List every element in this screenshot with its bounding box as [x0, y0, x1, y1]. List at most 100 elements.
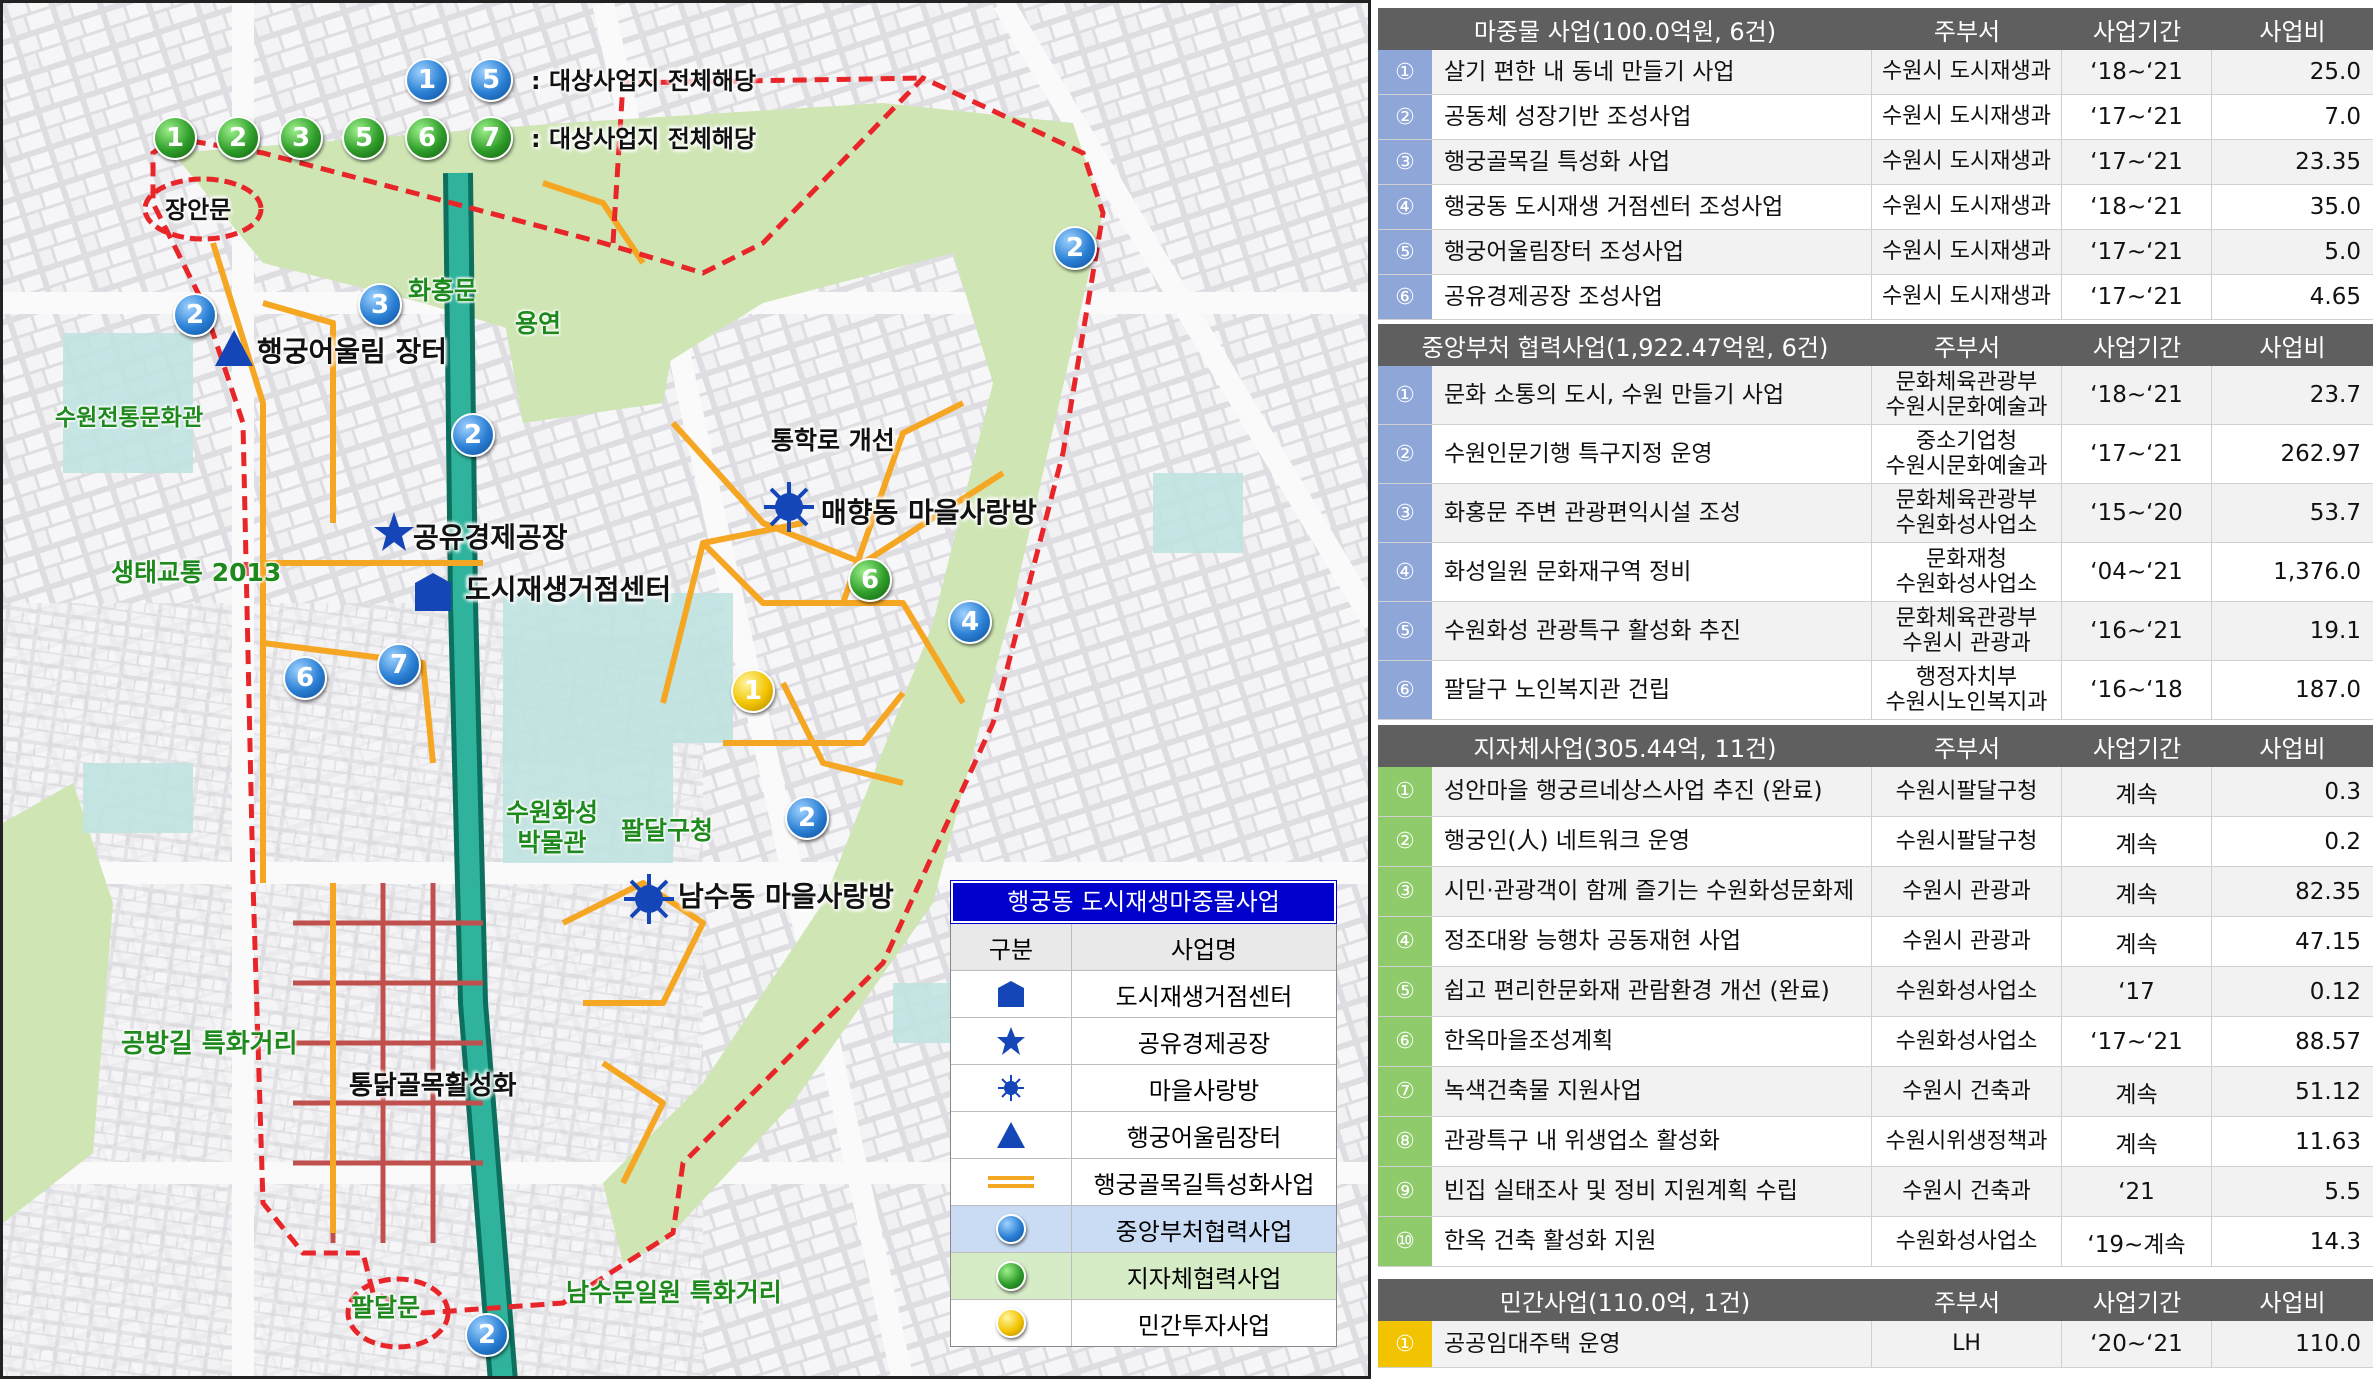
period: 계속 — [2062, 1067, 2212, 1116]
badge-5-blue[interactable]: 5 — [469, 58, 513, 102]
table-row[interactable]: ⑨ 빈집 실태조사 및 정비 지원계획 수립 수원시 건축과 ‘21 5.5 — [1378, 1167, 2373, 1217]
star-icon[interactable] — [373, 511, 415, 553]
label-museum: 수원화성 박물관 — [506, 798, 599, 857]
badge-5-green[interactable]: 5 — [342, 116, 386, 160]
project-name: 정조대왕 능행차 공동재현 사업 — [1432, 917, 1872, 966]
table-row[interactable]: ⑤ 수원화성 관광특구 활성화 추진 문화체육관광부 수원시 관광과 ‘16~‘21 19… — [1378, 602, 2373, 661]
badge-number: 1 — [417, 65, 437, 95]
col-dept: 주부서 — [1933, 734, 2001, 763]
table-row[interactable]: ③ 화홍문 주변 관광편익시설 조성 문화체육관광부 수원화성사업소 ‘15~‘20 53… — [1378, 484, 2373, 543]
department: 수원시 건축과 — [1872, 1067, 2062, 1116]
marker-number: 6 — [860, 565, 880, 595]
legend-title: 행궁동 도시재생마중물사업 — [950, 880, 1337, 924]
table-row[interactable]: ⑤ 쉽고 편리한문화재 관람환경 개선 (완료) 수원화성사업소 ‘17 0.12 — [1378, 967, 2373, 1017]
department: 수원시 도시재생과 — [1872, 95, 2062, 139]
marker-central-2e[interactable]: 2 — [465, 1313, 509, 1357]
project-name: 쉽고 편리한문화재 관람환경 개선 (완료) — [1432, 967, 1872, 1016]
row-number: ③ — [1378, 867, 1432, 916]
legend-label: 중앙부처협력사업 — [1115, 1217, 1293, 1246]
table-title: 민간사업(110.0억, 1건) — [1499, 1288, 1751, 1317]
period: ‘21 — [2062, 1167, 2212, 1216]
table-row[interactable]: ⑩ 한옥 건축 활성화 지원 수원화성사업소 ‘19~계속 14.3 — [1378, 1217, 2373, 1267]
badge-1-blue[interactable]: 1 — [405, 58, 449, 102]
marker-central-2c[interactable]: 2 — [1053, 226, 1097, 270]
row-number: ① — [1378, 767, 1432, 816]
project-name: 공유경제공장 조성사업 — [1432, 275, 1872, 319]
table-row[interactable]: ① 문화 소통의 도시, 수원 만들기 사업 문화체육관광부 수원시문화예술과 ‘18~… — [1378, 366, 2373, 425]
department: 수원화성사업소 — [1872, 967, 2062, 1016]
col-period: 사업기간 — [2092, 734, 2182, 763]
cost: 23.7 — [2309, 382, 2361, 408]
row-number: ① — [1378, 366, 1432, 424]
table-row[interactable]: ② 공동체 성장기반 조성사업 수원시 도시재생과 ‘17~‘21 7.0 — [1378, 95, 2373, 140]
department: 수원시팔달구청 — [1872, 767, 2062, 816]
period: ‘18~‘21 — [2062, 50, 2212, 94]
legend-row: 공유경제공장 — [951, 1017, 1336, 1064]
department: 수원시 관광과 — [1872, 867, 2062, 916]
table-row[interactable]: ⑧ 관광특구 내 위생업소 활성화 수원시위생정책과 계속 11.63 — [1378, 1117, 2373, 1167]
table-row[interactable]: ① 공공임대주택 운영 LH ‘20~‘21 110.0 — [1378, 1321, 2373, 1368]
department: 수원시위생정책과 — [1872, 1117, 2062, 1166]
marker-number: 2 — [477, 1320, 497, 1350]
row-number: ⑤ — [1378, 602, 1432, 660]
table-row[interactable]: ⑥ 팔달구 노인복지관 건립 행정자치부 수원시노인복지과 ‘16~‘18 187.0 — [1378, 661, 2373, 720]
marker-local-6[interactable]: 6 — [848, 558, 892, 602]
department: 문화재청 수원화성사업소 — [1872, 543, 2062, 601]
badge-1-green[interactable]: 1 — [153, 116, 197, 160]
table-row[interactable]: ⑥ 한옥마을조성계획 수원화성사업소 ‘17~‘21 88.57 — [1378, 1017, 2373, 1067]
label-hwahongmun: 화홍문 — [408, 276, 478, 305]
triangle-icon[interactable] — [213, 328, 255, 368]
yellow-ball-icon — [996, 1308, 1026, 1338]
marker-central-3[interactable]: 3 — [358, 283, 402, 327]
legend-row: 행궁골목길특성화사업 — [951, 1158, 1336, 1205]
badge-2-green[interactable]: 2 — [216, 116, 260, 160]
legend-row: 민간투자사업 — [951, 1299, 1336, 1346]
department-line: 문화체육관광부 — [1895, 487, 2038, 513]
project-name: 행궁동 도시재생 거점센터 조성사업 — [1432, 185, 1872, 229]
table-row[interactable]: ① 살기 편한 내 동네 만들기 사업 수원시 도시재생과 ‘18~‘21 25.0 — [1378, 50, 2373, 95]
period: ‘17~‘21 — [2062, 1017, 2212, 1066]
marker-central-2b[interactable]: 2 — [451, 413, 495, 457]
badge-6-green[interactable]: 6 — [405, 116, 449, 160]
project-name: 한옥마을조성계획 — [1432, 1017, 1872, 1066]
department: 수원화성사업소 — [1872, 1217, 2062, 1266]
table-row[interactable]: ⑤ 행궁어울림장터 조성사업 수원시 도시재생과 ‘17~‘21 5.0 — [1378, 230, 2373, 275]
table-row[interactable]: ⑦ 녹색건축물 지원사업 수원시 건축과 계속 51.12 — [1378, 1067, 2373, 1117]
col-dept: 주부서 — [1933, 1288, 2001, 1317]
badge-7-green[interactable]: 7 — [469, 116, 513, 160]
project-name: 행궁인(人) 네트워크 운영 — [1432, 817, 1872, 866]
marker-central-4[interactable]: 4 — [948, 600, 992, 644]
period: ‘20~‘21 — [2062, 1321, 2212, 1367]
department: 수원화성사업소 — [1872, 1017, 2062, 1066]
marker-central-6[interactable]: 6 — [283, 656, 327, 700]
marker-number: 4 — [960, 607, 980, 637]
department: LH — [1872, 1321, 2062, 1367]
department-line: 행정자치부 — [1915, 664, 2018, 690]
table-row[interactable]: ④ 행궁동 도시재생 거점센터 조성사업 수원시 도시재생과 ‘18~‘21 35.0 — [1378, 185, 2373, 230]
house-icon[interactable] — [413, 571, 453, 613]
table-row[interactable]: ③ 행궁골목길 특성화 사업 수원시 도시재생과 ‘17~‘21 23.35 — [1378, 140, 2373, 185]
marker-central-2[interactable]: 2 — [173, 293, 217, 337]
table-row[interactable]: ② 행궁인(人) 네트워크 운영 수원시팔달구청 계속 0.2 — [1378, 817, 2373, 867]
sun-icon[interactable] — [763, 481, 815, 533]
table-row[interactable]: ① 성안마을 행궁르네상스사업 추진 (완료) 수원시팔달구청 계속 0.3 — [1378, 767, 2373, 817]
cost: 11.63 — [2295, 1128, 2361, 1155]
badge-number: 3 — [291, 123, 311, 153]
legend-label: 지자체협력사업 — [1126, 1264, 1282, 1293]
table-row[interactable]: ⑥ 공유경제공장 조성사업 수원시 도시재생과 ‘17~‘21 4.65 — [1378, 275, 2373, 320]
sun-icon[interactable] — [623, 873, 675, 925]
marker-central-7[interactable]: 7 — [377, 643, 421, 687]
marker-private-1[interactable]: 1 — [731, 669, 775, 713]
table-row[interactable]: ④ 정조대왕 능행차 공동재현 사업 수원시 관광과 계속 47.15 — [1378, 917, 2373, 967]
row-number: ⑥ — [1378, 1017, 1432, 1066]
project-tables: 마중물 사업(100.0억원, 6건) 주부서 사업기간 사업비 ① 살기 편한 … — [1375, 0, 2377, 1379]
period: ‘04~‘21 — [2062, 543, 2212, 601]
department-line: 수원시노인복지과 — [1885, 690, 2048, 715]
legend-row: 행궁어울림장터 — [951, 1111, 1336, 1158]
table-row[interactable]: ④ 화성일원 문화재구역 정비 문화재청 수원화성사업소 ‘04~‘21 1,376.0 — [1378, 543, 2373, 602]
table-row[interactable]: ③ 시민·관광객이 함께 즐기는 수원화성문화제 수원시 관광과 계속 82.35 — [1378, 867, 2373, 917]
table-row[interactable]: ② 수원인문기행 특구지정 운영 중소기업청 수원시문화예술과 ‘17~‘21 262.9… — [1378, 425, 2373, 484]
label-yongyeon: 용연 — [515, 309, 562, 338]
badge-3-green[interactable]: 3 — [279, 116, 323, 160]
marker-central-2d[interactable]: 2 — [785, 796, 829, 840]
